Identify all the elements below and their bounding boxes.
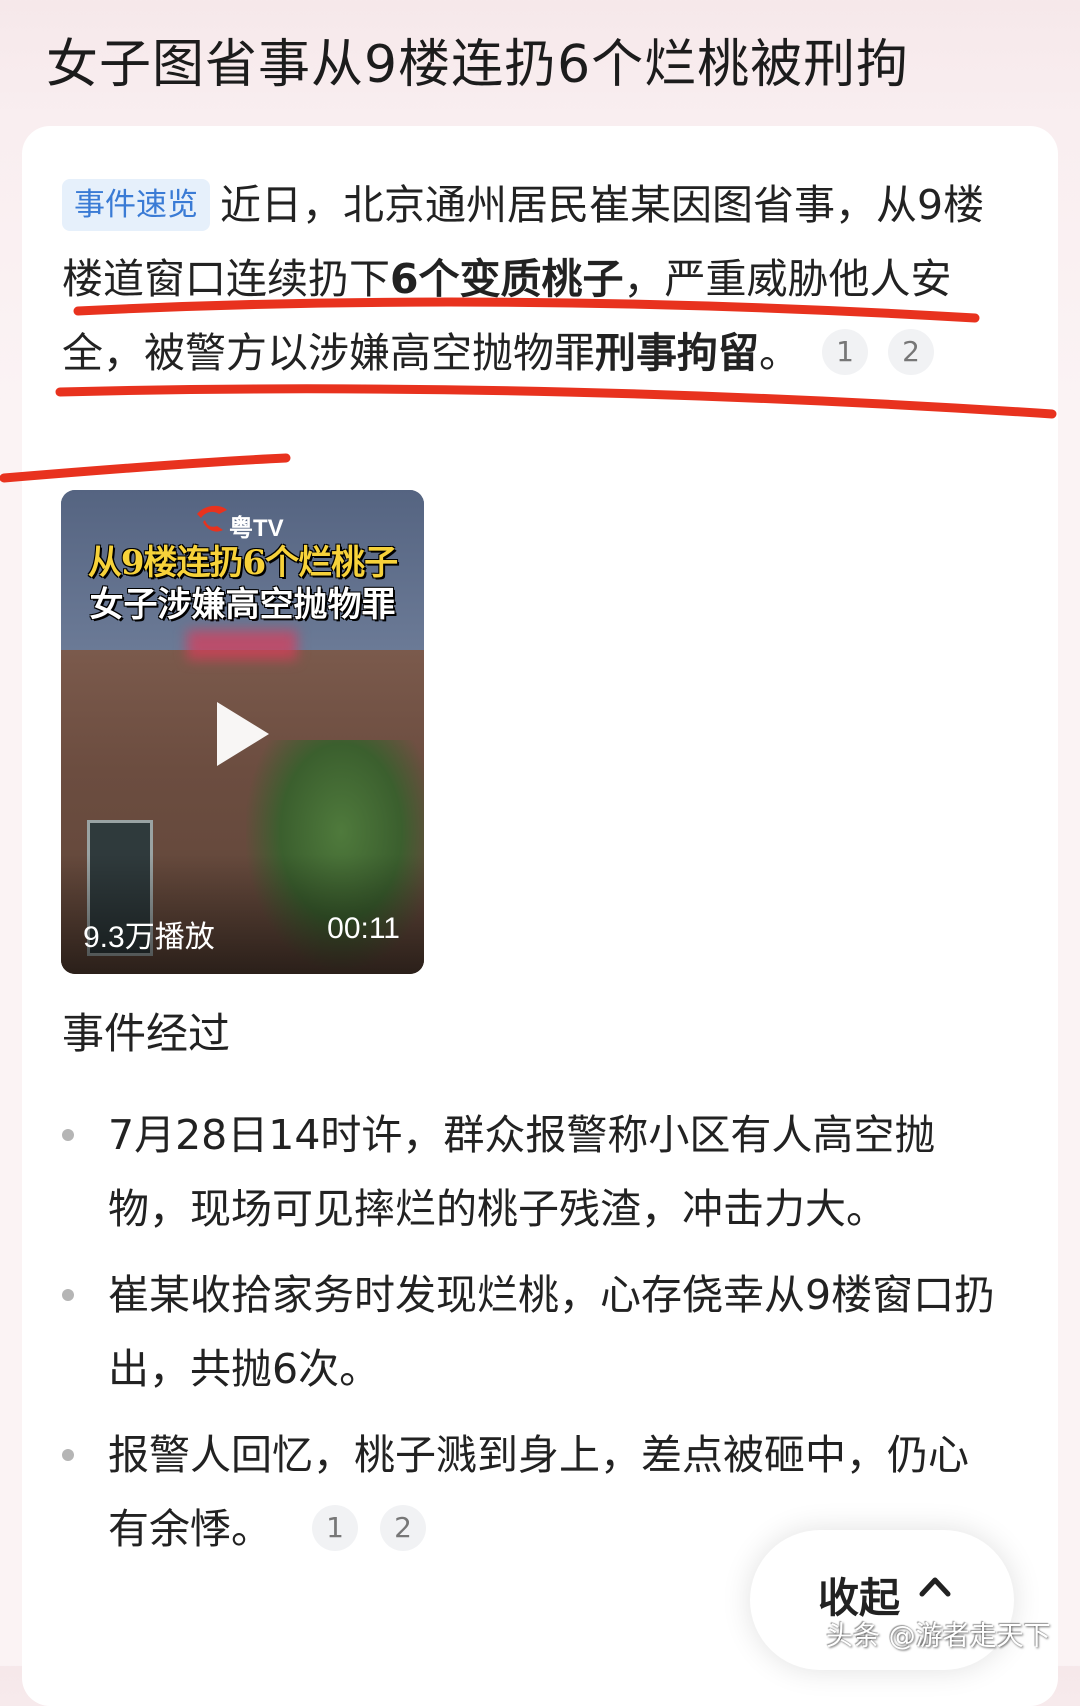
channel-logo-icon	[197, 505, 227, 532]
summary-text-3: 。	[759, 329, 800, 377]
bullet-dot-icon	[62, 1129, 74, 1141]
bullet-dot-icon	[62, 1449, 74, 1461]
video-duration: 00:11	[327, 912, 400, 945]
event-timeline-list: 7月28日14时许，群众报警称小区有人高空抛物，现场可见摔烂的桃子残渣，冲击力大…	[56, 1098, 996, 1578]
summary-bold-2: 刑事拘留	[595, 329, 759, 377]
watermark: 头条 @游者走天下	[826, 1621, 1051, 1652]
list-item-text: 7月28日14时许，群众报警称小区有人高空抛物，现场可见摔烂的桃子残渣，冲击力大…	[108, 1111, 936, 1233]
event-summary: 事件速览 近日，北京通州居民崔某因图省事，从9楼楼道窗口连续扔下6个变质桃子，严重…	[62, 168, 1022, 390]
video-thumbnail[interactable]: 粤TV 从9楼连扔6个烂桃子 女子涉嫌高空抛物罪 9.3万播放 00:11	[61, 490, 424, 974]
citation-badge[interactable]: 2	[888, 329, 934, 375]
list-item-text: 崔某收拾家务时发现烂桃，心存侥幸从9楼窗口扔出，共抛6次。	[108, 1271, 996, 1393]
page-title: 女子图省事从9楼连扔6个烂桃被刑拘	[46, 35, 910, 95]
event-summary-tag[interactable]: 事件速览	[62, 179, 210, 231]
list-item: 崔某收拾家务时发现烂桃，心存侥幸从9楼窗口扔出，共抛6次。	[56, 1258, 996, 1406]
section-title: 事件经过	[62, 1009, 231, 1058]
blurred-caption	[187, 630, 297, 660]
citation-badge[interactable]: 1	[312, 1505, 358, 1551]
bullet-dot-icon	[62, 1289, 74, 1301]
channel-logo: 粤TV	[229, 515, 284, 542]
chevron-up-icon	[919, 1577, 951, 1597]
citation-badge[interactable]: 1	[822, 329, 868, 375]
citation-badge[interactable]: 2	[380, 1505, 426, 1551]
video-headline-1: 从9楼连扔6个烂桃子	[87, 543, 398, 583]
video-headline-2: 女子涉嫌高空抛物罪	[89, 585, 396, 625]
list-item: 7月28日14时许，群众报警称小区有人高空抛物，现场可见摔烂的桃子残渣，冲击力大…	[56, 1098, 996, 1246]
play-icon[interactable]	[217, 702, 269, 766]
video-view-count: 9.3万播放	[83, 921, 215, 954]
summary-bold-1: 6个变质桃子	[390, 255, 624, 303]
